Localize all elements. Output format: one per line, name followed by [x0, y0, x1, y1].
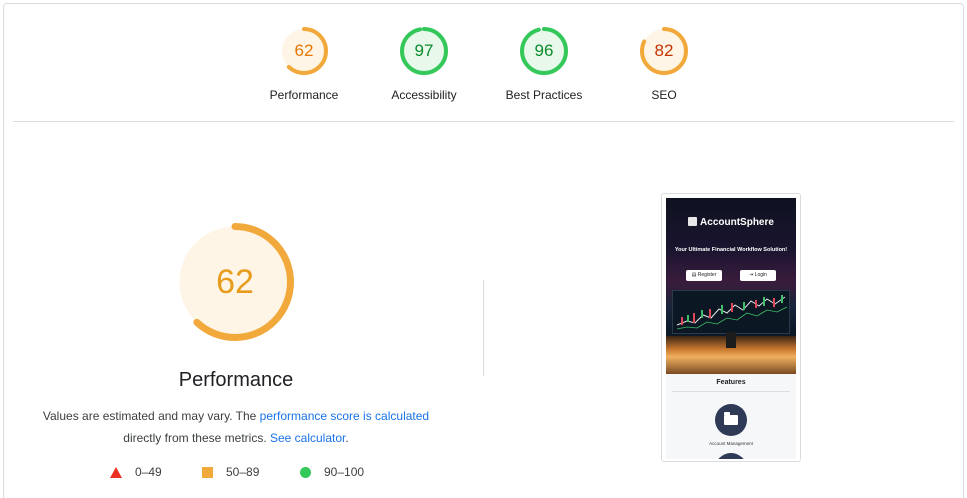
gauge-label: Performance [269, 88, 339, 102]
gauge-score: 97 [414, 41, 434, 60]
desc-text: directly from these metrics. [123, 431, 270, 445]
screenshot-tagline: Your Ultimate Financial Workflow Solutio… [674, 247, 788, 253]
gauge-ring: 97 [399, 26, 449, 76]
vertical-divider [483, 280, 484, 376]
gauge-label: Accessibility [391, 88, 457, 102]
login-label: Login [754, 272, 767, 278]
logo-icon [688, 217, 698, 226]
legend-range: 90–100 [324, 465, 365, 479]
main-gauge-title: Performance [178, 369, 294, 391]
gauge-ring: 96 [519, 26, 569, 76]
screenshot-features-title: Features [716, 379, 746, 386]
performance-main-gauge: 62 [175, 222, 295, 342]
category-gauges: 62 Performance 97 Accessibility 96 Best … [0, 0, 967, 122]
legend-range: 50–89 [226, 465, 260, 479]
gauge-score: 62 [294, 41, 314, 60]
feature-icon [715, 453, 747, 459]
screenshot-brand: AccountSphere [666, 217, 796, 228]
square-icon [202, 466, 213, 478]
features-underline [672, 391, 790, 392]
screenshot-register-button: ▤ Register [686, 270, 722, 281]
folder-icon [715, 404, 747, 436]
performance-score-link[interactable]: performance score is calculated [260, 409, 429, 423]
screenshot-content: AccountSphere Your Ultimate Financial Wo… [666, 198, 796, 459]
triangle-icon [110, 466, 122, 478]
register-label: Register [697, 272, 717, 278]
legend-range: 0–49 [135, 465, 162, 479]
gauge-ring: 62 [279, 26, 329, 76]
gauge-label: SEO [651, 88, 677, 102]
main-gauge-score: 62 [216, 263, 254, 301]
desc-text: Values are estimated and may vary. The [42, 409, 260, 423]
final-screenshot[interactable]: AccountSphere Your Ultimate Financial Wo… [661, 193, 801, 462]
screenshot-login-button: ⇥ Login [740, 270, 776, 281]
gauge-seo[interactable]: 82 SEO [604, 26, 724, 102]
gauge-label: Best Practices [505, 88, 583, 102]
gauge-performance[interactable]: 62 Performance [244, 26, 364, 102]
legend-fail: 0–49 [110, 465, 162, 479]
gauge-accessibility[interactable]: 97 Accessibility [364, 26, 484, 102]
monitor-stand [726, 332, 736, 348]
screenshot-hero: AccountSphere Your Ultimate Financial Wo… [666, 198, 796, 374]
monitor-image [672, 290, 790, 334]
feature-label: Account Management [709, 441, 753, 446]
gauge-score: 96 [534, 41, 554, 60]
legend-pass: 90–100 [300, 465, 364, 479]
gauge-ring: 82 [639, 26, 689, 76]
section-divider [13, 121, 954, 122]
desc-text: . [345, 431, 349, 445]
brand-name: AccountSphere [700, 217, 774, 228]
legend-average: 50–89 [202, 465, 259, 479]
gauge-best-practices[interactable]: 96 Best Practices [484, 26, 604, 102]
gauge-score: 82 [654, 41, 674, 60]
stock-chart-graphic [676, 295, 788, 330]
performance-description: Values are estimated and may vary. The p… [30, 405, 442, 449]
see-calculator-link[interactable]: See calculator [270, 431, 345, 445]
circle-icon [300, 466, 311, 478]
